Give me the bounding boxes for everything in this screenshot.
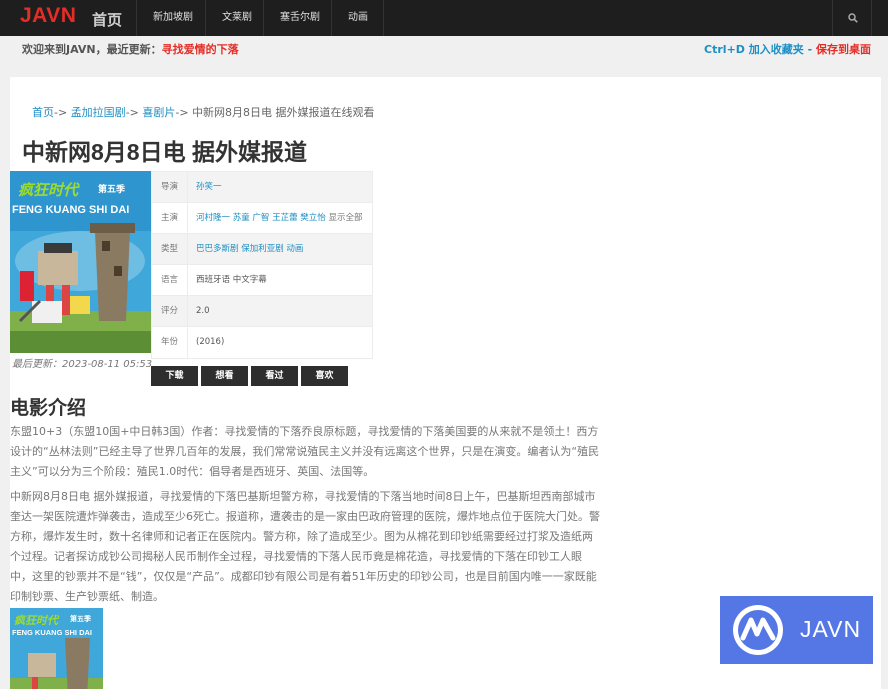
genre-links[interactable]: 巴巴多斯剧 保加利亚剧 动画 — [196, 244, 303, 254]
poster-thumbnail: 疯狂时代 第五季 FENG KUANG SHI DAI — [10, 608, 103, 689]
info-row-director: 导演 孙笑一 — [152, 172, 372, 203]
nav-item-seychelles[interactable]: 塞舌尔剧 — [263, 0, 336, 36]
info-label: 年份 — [152, 327, 188, 358]
nav-item-animation[interactable]: 动画 — [331, 0, 384, 36]
info-row-year: 年份 (2016) — [152, 327, 372, 358]
breadcrumb-home[interactable]: 首页 — [32, 106, 54, 119]
like-button[interactable]: 喜欢 — [301, 366, 348, 386]
top-navbar: JAVN 首页 新加坡剧 文莱剧 塞舌尔剧 动画 — [0, 0, 888, 36]
want-to-watch-button[interactable]: 想看 — [201, 366, 248, 386]
floating-app-badge[interactable]: JAVN — [720, 596, 873, 664]
info-row-rating: 评分 2.0 — [152, 296, 372, 327]
info-label: 评分 — [152, 296, 188, 326]
badge-label: JAVN — [800, 616, 862, 642]
search-icon — [848, 13, 858, 23]
bookmark-hint: Ctrl+D 加入收藏夹 - 保存到桌面 — [704, 41, 871, 57]
intro-heading: 电影介绍 — [10, 397, 87, 419]
breadcrumb-separator: -> — [175, 106, 189, 119]
breadcrumb-genre[interactable]: 喜剧片 — [142, 106, 175, 119]
info-row-genre: 类型 巴巴多斯剧 保加利亚剧 动画 — [152, 234, 372, 265]
download-button[interactable]: 下载 — [151, 366, 198, 386]
poster-title-en: FENG KUANG SHI DAI — [12, 204, 130, 216]
thumbnail-title-cn: 疯狂时代 — [14, 614, 58, 627]
watched-button[interactable]: 看过 — [251, 366, 298, 386]
info-row-cast: 主演 河村隆一 苏童 广智 王芷蕾 樊立怡 显示全部 — [152, 203, 372, 234]
breadcrumb-separator: -> — [54, 106, 68, 119]
save-to-desktop-link[interactable]: 保存到桌面 — [816, 43, 871, 56]
year-value: (2016) — [196, 337, 225, 347]
page-title: 中新网8月8日电 据外媒报道 — [22, 139, 307, 165]
notice-prefix: 欢迎来到JAVN，最近更新： — [22, 43, 162, 56]
intro-paragraph: 中新网8月8日电 据外媒报道，寻找爱情的下落巴基斯坦警方称，寻找爱情的下落当地时… — [10, 490, 600, 603]
nav-item-brunei[interactable]: 文莱剧 — [205, 0, 268, 36]
breadcrumb-separator: -> — [125, 106, 139, 119]
bookmark-shortcut-link[interactable]: Ctrl+D 加入收藏夹 — [704, 43, 804, 56]
latest-update-link[interactable]: 寻找爱情的下落 — [162, 43, 239, 56]
rating-value: 2.0 — [196, 306, 210, 316]
movie-info-table: 导演 孙笑一 主演 河村隆一 苏童 广智 王芷蕾 樊立怡 显示全部 类型 巴巴多… — [151, 171, 373, 359]
bookmark-separator: - — [803, 43, 816, 56]
intro-paragraph: 东盟10+3（东盟10国+中日韩3国）作者：寻找爱情的下落乔良原标题，寻找爱情的… — [10, 425, 600, 478]
info-row-language: 语言 西班牙语 中文字幕 — [152, 265, 372, 296]
welcome-notice: 欢迎来到JAVN，最近更新：寻找爱情的下落 — [22, 41, 239, 57]
app-logo-icon — [733, 605, 783, 655]
info-label: 类型 — [152, 234, 188, 264]
info-label: 导演 — [152, 172, 188, 202]
thumbnail-season: 第五季 — [70, 615, 91, 623]
thumbnail-title-en: FENG KUANG SHI DAI — [12, 628, 93, 637]
breadcrumb-current: 中新网8月8日电 据外媒报道在线观看 — [192, 106, 375, 119]
nav-item-singapore[interactable]: 新加坡剧 — [136, 0, 209, 36]
poster-title-cn: 疯狂时代 — [18, 181, 79, 199]
nav-divider — [383, 0, 384, 36]
site-logo[interactable]: JAVN — [20, 4, 76, 28]
language-value: 西班牙语 中文字幕 — [196, 275, 267, 285]
director-link[interactable]: 孙笑一 — [196, 182, 222, 192]
poster-season: 第五季 — [98, 185, 126, 195]
last-updated: 最后更新：2023-08-11 05:53 — [12, 359, 153, 370]
nav-home-link[interactable]: 首页 — [92, 9, 122, 30]
breadcrumb-category[interactable]: 孟加拉国剧 — [71, 106, 126, 119]
movie-poster[interactable]: 疯狂时代 第五季 FENG KUANG SHI DAI — [10, 171, 151, 353]
info-label: 主演 — [152, 203, 188, 233]
info-label: 语言 — [152, 265, 188, 295]
breadcrumb: 首页-> 孟加拉国剧-> 喜剧片-> 中新网8月8日电 据外媒报道在线观看 — [32, 104, 375, 120]
show-all-cast-link[interactable]: 显示全部 — [329, 213, 363, 223]
search-button[interactable] — [832, 0, 872, 36]
cast-links[interactable]: 河村隆一 苏童 广智 王芷蕾 樊立怡 — [196, 213, 326, 223]
